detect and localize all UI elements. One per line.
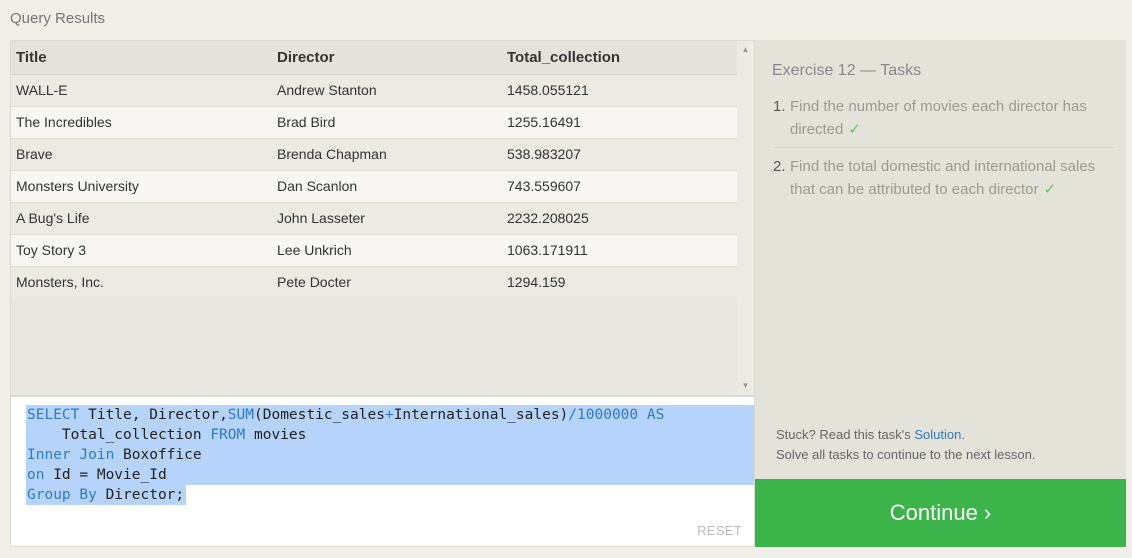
table-row: Monsters, Inc. Pete Docter 1294.159 [11,266,738,298]
table-header-row: Title Director Total_collection [11,41,738,75]
code-token: Boxoffice [114,447,202,463]
cell-title: Toy Story 3 [11,234,272,267]
cell-total-collection: 538.983207 [502,138,738,171]
page-title: Query Results [10,10,106,27]
solution-link[interactable]: Solution [914,427,961,442]
tasks-panel: Exercise 12 — Tasks 1. Find the number o… [755,40,1126,479]
task-text: Find the number of movies each director … [790,95,1115,141]
checkmark-icon: ✓ [848,121,861,138]
code-line-4: on Id = Movie_Id [26,465,754,485]
cell-title: The Incredibles [11,106,272,139]
code-line-5: Group By Director; [26,485,187,505]
table-row: A Bug's Life John Lasseter 2232.208025 [11,202,738,235]
cell-total-collection: 1255.16491 [502,106,738,139]
code-line-2: Total_collection FROM movies [26,425,754,445]
code-token: on [27,467,45,483]
cell-director: Dan Scanlon [272,170,502,203]
code-area[interactable]: SELECT Title, Director,SUM(Domestic_sale… [26,405,754,505]
task-item: 2. Find the total domestic and internati… [773,154,1115,207]
cell-total-collection: 2232.208025 [502,202,738,235]
code-token: Inner Join [27,447,115,463]
reset-button[interactable]: RESET [697,523,742,538]
cell-total-collection: 1294.159 [502,266,738,298]
cell-title: A Bug's Life [11,202,272,235]
code-token: Total_collection [27,427,211,443]
stuck-suffix: . [961,427,965,442]
tasks-heading: Exercise 12 — Tasks [772,62,922,79]
code-token: (Domestic_sales [254,407,385,423]
sql-editor[interactable]: SELECT Title, Director,SUM(Domestic_sale… [10,396,755,547]
cell-total-collection: 1063.171911 [502,234,738,267]
cell-director: Brenda Chapman [272,138,502,171]
code-token: International_sales) [393,407,569,423]
code-token: AS [638,407,665,423]
task-list: 1. Find the number of movies each direct… [773,94,1115,207]
code-token: /1000000 [568,407,639,423]
table-row: WALL-E Andrew Stanton 1458.055121 [11,74,738,107]
help-text: Stuck? Read this task's Solution. Solve … [776,425,1035,465]
column-header-director: Director [272,41,502,75]
code-token: + [384,407,394,423]
code-token: movies [245,427,307,443]
task-item: 1. Find the number of movies each direct… [773,94,1115,148]
code-token: Title, Director, [79,407,228,423]
results-table: Title Director Total_collection WALL-E A… [11,41,738,298]
continue-hint: Solve all tasks to continue to the next … [776,447,1036,462]
cell-total-collection: 743.559607 [502,170,738,203]
stuck-line: Stuck? Read this task's Solution. [776,425,1035,445]
code-token: Director; [96,487,185,503]
table-row: Monsters University Dan Scanlon 743.5596… [11,170,738,203]
cell-director: Andrew Stanton [272,74,502,107]
task-number: 1. [773,98,786,115]
cell-director: John Lasseter [272,202,502,235]
task-description: Find the number of movies each director … [790,98,1087,138]
cell-title: Monsters University [11,170,272,203]
cell-director: Pete Docter [272,266,502,298]
code-token: SUM [227,407,254,423]
cell-title: Monsters, Inc. [11,266,272,298]
cell-title: WALL-E [11,74,272,107]
table-row: Brave Brenda Chapman 538.983207 [11,138,738,171]
code-line-3: Inner Join Boxoffice [26,445,754,465]
code-token: SELECT [27,407,80,423]
stuck-prefix: Stuck? Read this task's [776,427,915,442]
cell-director: Brad Bird [272,106,502,139]
table-row: Toy Story 3 Lee Unkrich 1063.171911 [11,234,738,267]
cell-title: Brave [11,138,272,171]
task-text: Find the total domestic and internationa… [790,155,1115,201]
task-number: 2. [773,158,786,175]
code-line-1: SELECT Title, Director,SUM(Domestic_sale… [26,405,754,425]
code-token: Group By [27,487,97,503]
query-results-panel: Title Director Total_collection WALL-E A… [10,40,755,396]
results-scrollbar[interactable]: ▲ ▼ [737,41,754,395]
scroll-down-arrow-icon[interactable]: ▼ [737,379,754,393]
checkmark-icon: ✓ [1043,181,1057,198]
scroll-up-arrow-icon[interactable]: ▲ [737,43,754,57]
continue-button[interactable]: Continue › [755,479,1126,547]
cell-director: Lee Unkrich [272,234,502,267]
column-header-total-collection: Total_collection [502,41,738,75]
table-row: The Incredibles Brad Bird 1255.16491 [11,106,738,139]
cell-total-collection: 1458.055121 [502,74,738,107]
code-token: Id = Movie_Id [44,467,167,483]
code-token: FROM [210,427,246,443]
column-header-title: Title [11,41,272,75]
